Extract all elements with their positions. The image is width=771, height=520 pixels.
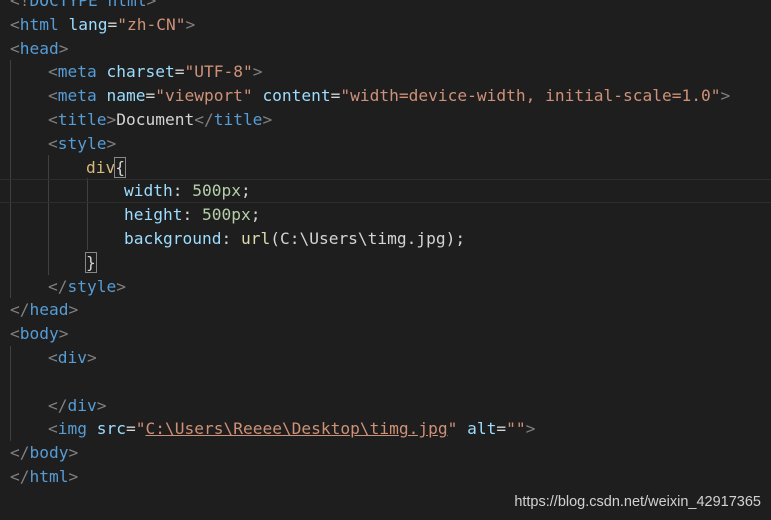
token: meta [57,86,97,106]
token: head [19,38,59,58]
token: 500px [201,205,251,225]
token: DOCTYPE [29,0,98,10]
token: div [86,157,116,177]
code-line: </head> [10,300,79,320]
token: name [106,86,146,106]
token: height [124,205,183,225]
token: "zh-CN" [117,14,186,34]
token: 500px [192,181,241,201]
token: (C:\Users\timg.jpg) [270,228,456,248]
token: style [67,276,117,296]
token: url [240,228,271,248]
code-line: <title>Document</title> [48,109,273,129]
token: "" [506,419,526,439]
token: style [57,133,107,153]
token: alt [467,419,497,439]
code-line: <div> [48,347,97,367]
code-line: </style> [48,276,126,296]
token: html [97,0,147,10]
code-line: <!DOCTYPE html> [10,0,730,13]
token: div [67,395,97,415]
token: meta [57,62,97,82]
code-line: <html lang="zh-CN"> [10,14,196,34]
token: head [29,300,69,320]
token: "UTF-8" [184,62,253,82]
token: html [19,14,59,34]
code-line: <head> [10,38,69,58]
code-line: </body> [10,443,79,463]
token: > [146,0,157,10]
token: title [213,109,263,129]
token: "width=device-width, initial-scale=1.0" [340,86,721,106]
token: src [96,419,126,439]
code-line: <meta name="viewport" content="width=dev… [48,86,731,106]
code-line: <body> [10,324,69,344]
code-line: <style> [48,133,117,153]
token: body [29,443,69,463]
code-line-current: width: 500px; [0,179,771,204]
file-link[interactable]: C:\Users\Reeee\Desktop\timg.jpg [146,419,448,438]
token: background [124,228,222,248]
token: html [29,466,69,486]
code-editor[interactable]: <!DOCTYPE html> <html lang="zh-CN"> <hea… [0,0,771,520]
watermark-text: https://blog.csdn.net/weixin_42917365 [514,494,761,510]
token: ; [455,228,466,248]
code-line: <meta charset="UTF-8"> [48,62,263,82]
token: lang [68,14,108,34]
token: div [57,347,87,367]
token: img [57,419,87,439]
token: width [124,181,173,201]
code-line: } [10,251,730,275]
token: { [114,156,126,178]
code-line: div{ [10,156,730,180]
token: "viewport" [155,86,253,106]
token: charset [106,62,175,82]
token: Document [116,109,195,129]
token: body [19,324,59,344]
token: <! [10,0,30,10]
token: title [57,109,107,129]
code-line: background: url(C:\Users\timg.jpg); [124,228,466,248]
code-line: </html> [10,466,79,486]
token: } [85,251,97,273]
code-line: </div> [48,395,107,415]
code-lines: <!DOCTYPE html> <html lang="zh-CN"> <hea… [0,0,771,489]
code-line: height: 500px; [124,205,261,225]
token: content [262,86,331,106]
code-line: <img src="C:\Users\Reeee\Desktop\timg.jp… [48,419,536,439]
